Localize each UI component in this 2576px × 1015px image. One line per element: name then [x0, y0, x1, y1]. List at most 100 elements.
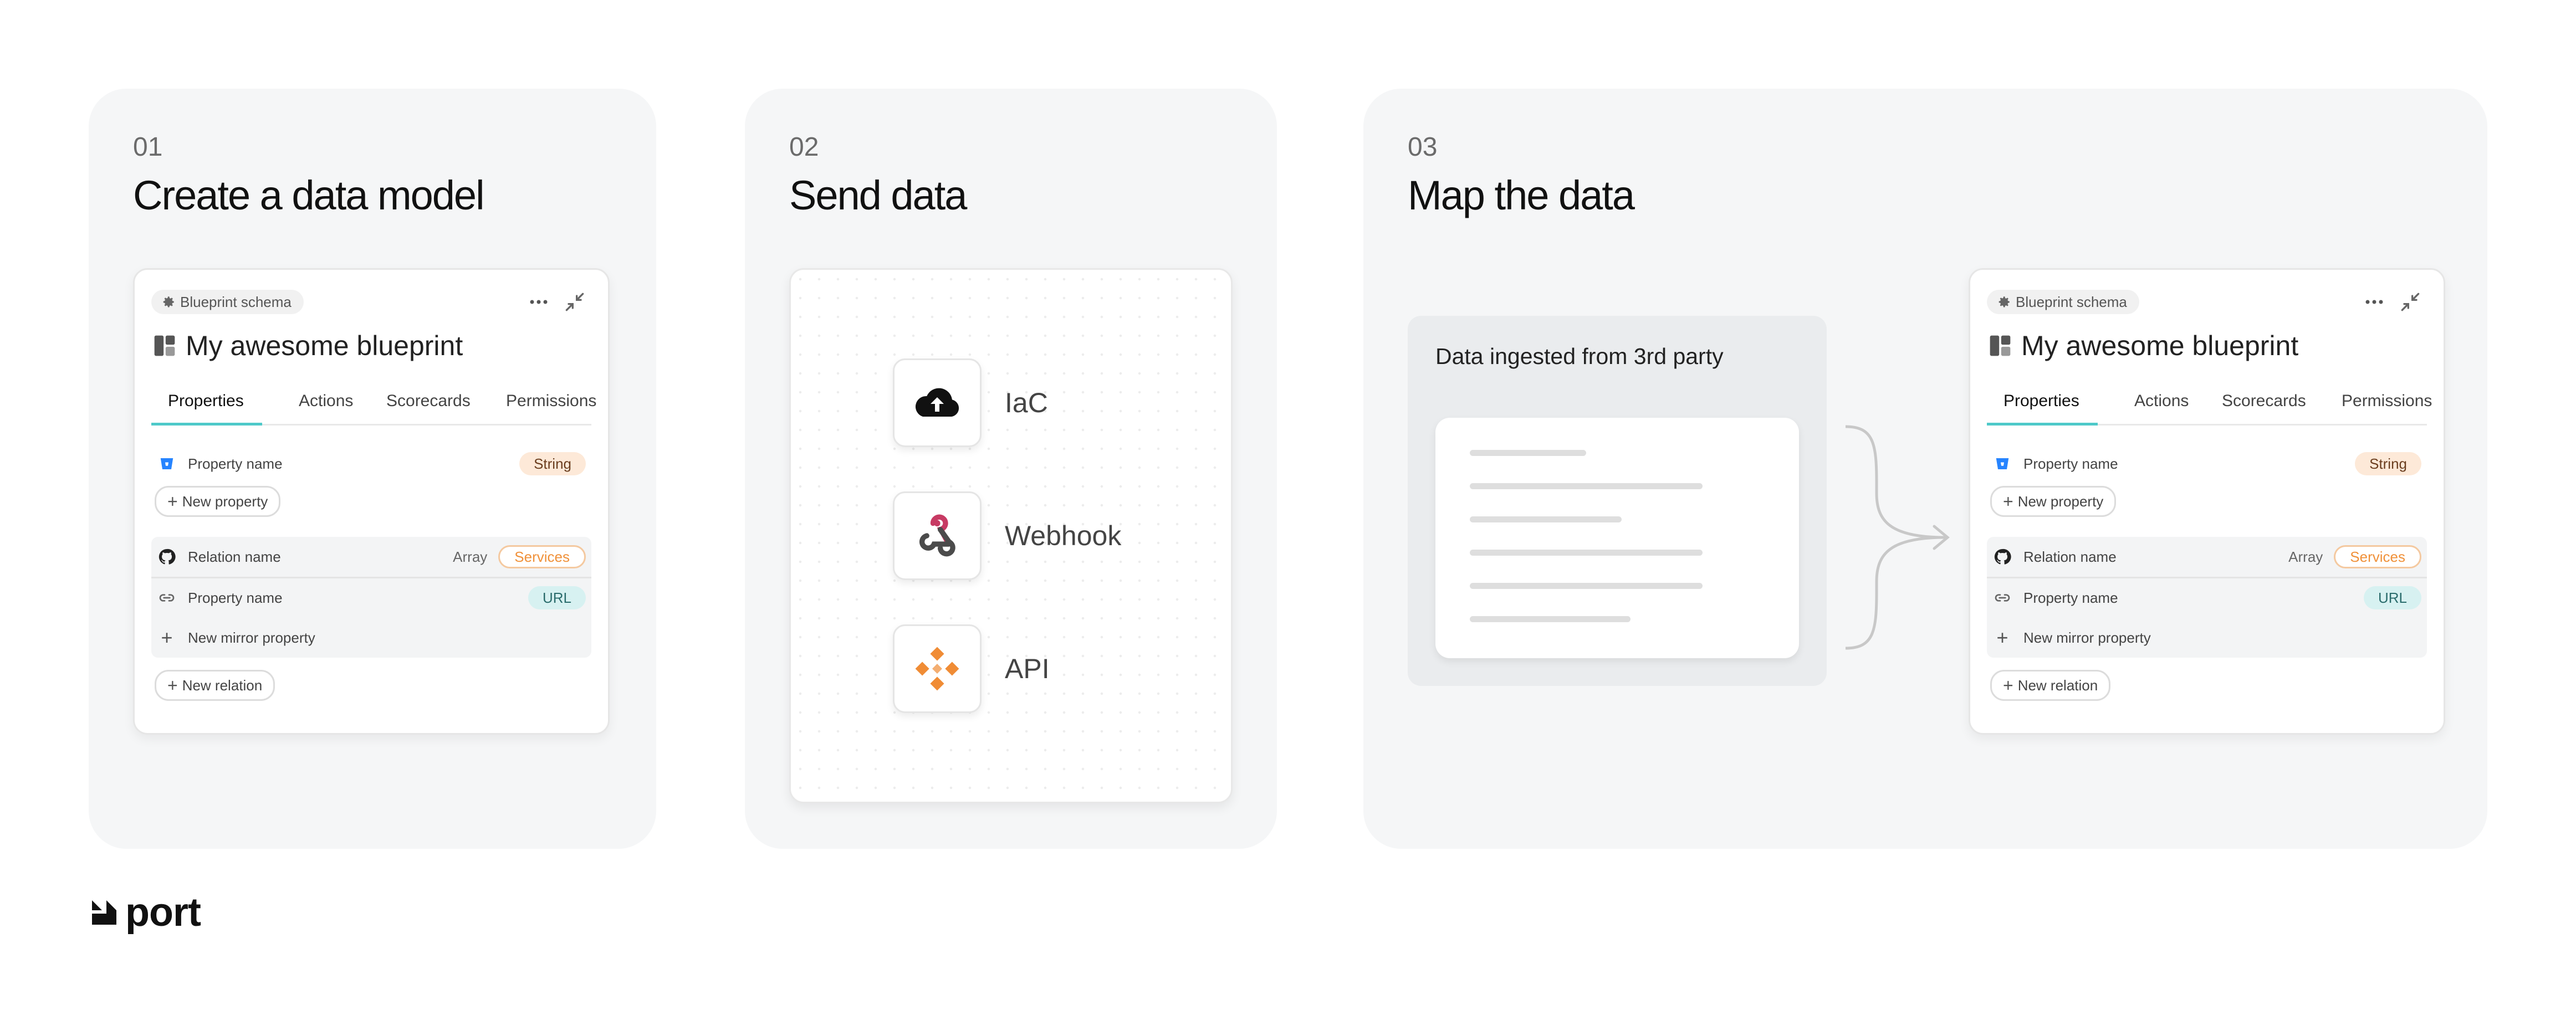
plus-icon: +	[2003, 675, 2013, 695]
step-number: 02	[789, 132, 819, 162]
new-property-label: New property	[182, 493, 268, 510]
text-line	[1470, 450, 1586, 456]
blueprint-icon	[1990, 335, 2011, 356]
services-badge: Services	[498, 545, 586, 568]
plus-icon: +	[1996, 626, 2008, 649]
new-property-button[interactable]: + New property	[155, 486, 281, 517]
blueprint-schema-chip[interactable]: Blueprint schema	[1987, 290, 2139, 314]
port-logo: port	[89, 890, 201, 935]
new-relation-label: New relation	[2017, 676, 2098, 694]
tab-properties[interactable]: Properties	[2003, 392, 2079, 411]
new-relation-button[interactable]: + New relation	[1990, 670, 2111, 701]
source-label: IaC	[1005, 387, 1048, 418]
relation-name: Relation name	[188, 548, 281, 565]
cloud-upload-icon	[893, 358, 982, 447]
relation-name: Relation name	[2023, 548, 2117, 565]
plus-icon: +	[2003, 491, 2013, 511]
new-property-label: New property	[2017, 493, 2104, 510]
blueprint-title: My awesome blueprint	[1988, 330, 2298, 362]
active-tab-indicator	[1987, 423, 2098, 426]
collapse-icon[interactable]	[2398, 290, 2422, 314]
new-mirror-property-button[interactable]: + New mirror property	[157, 622, 586, 653]
plus-icon: +	[167, 675, 178, 695]
tab-permissions[interactable]: Permissions	[2342, 392, 2432, 411]
tab-scorecards[interactable]: Scorecards	[2222, 392, 2306, 411]
more-options-icon[interactable]	[528, 291, 550, 313]
new-mirror-property-button[interactable]: + New mirror property	[1992, 622, 2421, 653]
bitbucket-icon	[157, 454, 177, 474]
raw-data-document	[1435, 418, 1799, 658]
relation-row[interactable]: Relation name Array Services	[1992, 541, 2421, 572]
plus-icon: +	[167, 491, 178, 511]
text-line	[1470, 516, 1622, 522]
logo-text: port	[125, 890, 201, 935]
text-line	[1470, 583, 1703, 589]
new-mirror-label: New mirror property	[188, 629, 315, 646]
gear-icon	[1999, 296, 2010, 307]
array-label: Array	[2288, 548, 2323, 565]
port-logo-icon	[92, 900, 116, 925]
string-type-badge: String	[519, 452, 586, 475]
ingested-data-label: Data ingested from 3rd party	[1435, 344, 1724, 369]
property-row[interactable]: Property name String	[1992, 448, 2421, 479]
plus-icon: +	[161, 626, 173, 649]
github-icon	[1992, 547, 2012, 567]
divider	[1987, 577, 2427, 578]
source-api[interactable]: API	[893, 624, 1050, 713]
new-relation-button[interactable]: + New relation	[155, 670, 275, 701]
property-name: Property name	[188, 455, 283, 472]
link-icon	[1992, 588, 2012, 608]
webhook-icon	[893, 491, 982, 580]
relation-row[interactable]: Relation name Array Services	[157, 541, 586, 572]
step-number: 03	[1408, 132, 1438, 162]
string-type-badge: String	[2355, 452, 2421, 475]
api-icon	[893, 624, 982, 713]
source-label: API	[1005, 653, 1050, 684]
mirror-property-row[interactable]: Property name URL	[1992, 582, 2421, 613]
property-row[interactable]: Property name String	[157, 448, 586, 479]
chip-label: Blueprint schema	[180, 293, 292, 310]
text-line	[1470, 483, 1703, 489]
ingested-data-panel: Data ingested from 3rd party	[1408, 316, 1827, 686]
blueprint-icon	[154, 335, 175, 356]
source-webhook[interactable]: Webhook	[893, 491, 1121, 580]
url-type-badge: URL	[528, 586, 586, 609]
divider	[151, 577, 591, 578]
blueprint-card: Blueprint schema My awesome blueprint Pr…	[133, 268, 610, 735]
text-line	[1470, 550, 1703, 556]
data-sources-card: IaC Webhook API	[789, 268, 1233, 803]
blueprint-card: Blueprint schema My awesome blueprint Pr…	[1969, 268, 2445, 735]
mirror-property-row[interactable]: Property name URL	[157, 582, 586, 613]
services-badge: Services	[2334, 545, 2421, 568]
tab-properties[interactable]: Properties	[168, 392, 244, 411]
step-heading: Send data	[789, 172, 967, 218]
step-heading: Map the data	[1408, 172, 1635, 218]
tab-permissions[interactable]: Permissions	[506, 392, 596, 411]
url-type-badge: URL	[2363, 586, 2421, 609]
section-create-data-model: 01 Create a data model Blueprint schema …	[89, 89, 656, 849]
more-options-icon[interactable]	[2363, 291, 2385, 313]
github-icon	[157, 547, 177, 567]
active-tab-indicator	[151, 423, 262, 426]
tab-actions[interactable]: Actions	[2134, 392, 2189, 411]
property-name: Property name	[188, 589, 283, 606]
array-label: Array	[453, 548, 488, 565]
blueprint-schema-chip[interactable]: Blueprint schema	[151, 290, 304, 314]
property-name: Property name	[2023, 589, 2118, 606]
new-relation-label: New relation	[182, 676, 263, 694]
collapse-icon[interactable]	[563, 290, 587, 314]
bitbucket-icon	[1992, 454, 2012, 474]
source-label: Webhook	[1005, 520, 1122, 551]
blueprint-tabs: Properties Actions Scorecards Permission…	[151, 386, 596, 426]
mapping-arrow-icon	[1845, 425, 1950, 650]
tab-actions[interactable]: Actions	[299, 392, 353, 411]
tab-scorecards[interactable]: Scorecards	[386, 392, 471, 411]
text-line	[1470, 616, 1631, 622]
link-icon	[157, 588, 177, 608]
blueprint-name: My awesome blueprint	[2021, 330, 2299, 361]
step-number: 01	[133, 132, 163, 162]
new-property-button[interactable]: + New property	[1990, 486, 2117, 517]
new-mirror-label: New mirror property	[2023, 629, 2151, 646]
source-iac[interactable]: IaC	[893, 358, 1048, 447]
gear-icon	[163, 296, 174, 307]
